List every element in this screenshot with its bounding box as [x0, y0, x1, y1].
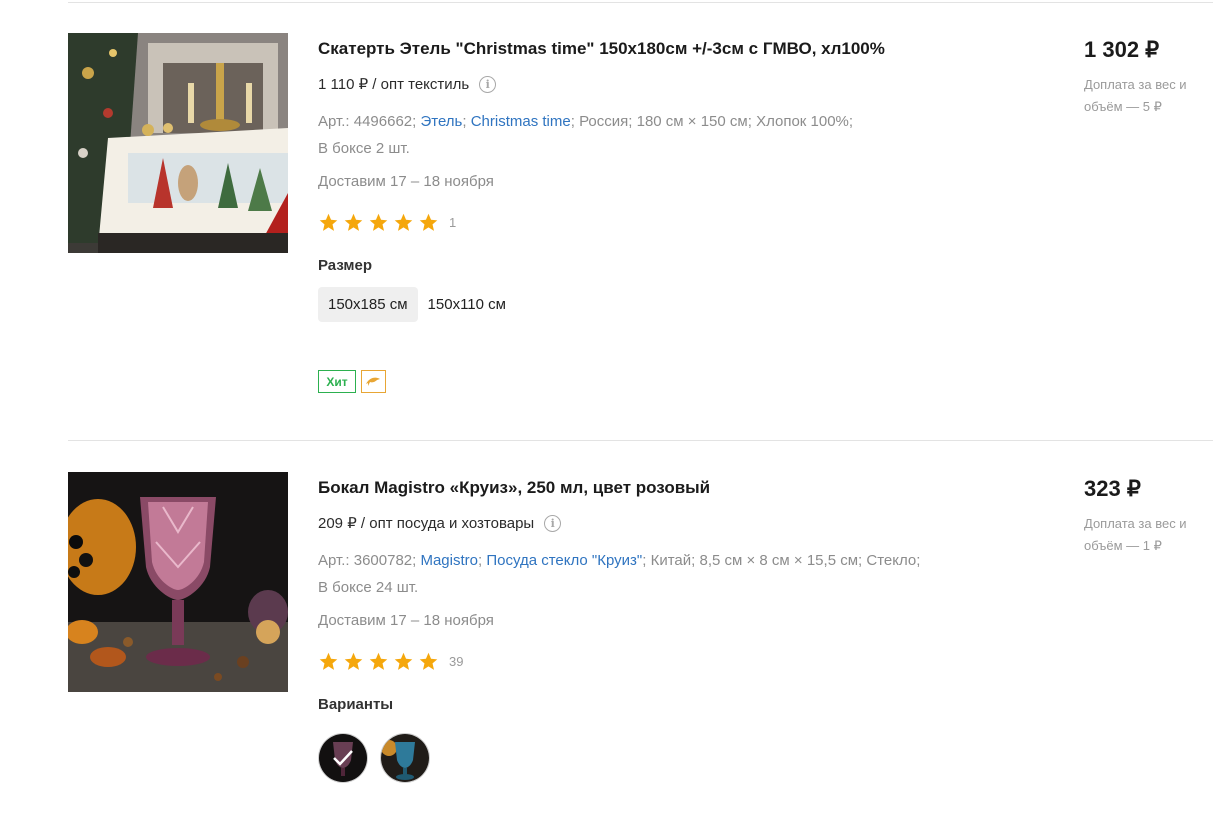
brand-link[interactable]: Этель — [420, 113, 462, 130]
delivery-date: Доставим 17 – 18 ноября — [318, 612, 494, 629]
product-title[interactable]: Скатерть Этель "Christmas time" 150х180с… — [318, 38, 1058, 60]
star-icon — [318, 212, 339, 233]
info-icon[interactable]: i — [479, 75, 497, 93]
brand-link[interactable]: Magistro — [420, 552, 478, 569]
box-quantity: В боксе 2 шт. — [318, 140, 410, 157]
size-option-selected[interactable]: 150х185 см — [318, 287, 418, 322]
product-title[interactable]: Бокал Magistro «Круиз», 250 мл, цвет роз… — [318, 477, 1058, 499]
option-label: Размер — [318, 257, 373, 274]
wholesale-price: 1 110 ₽ / опт текстиль i — [318, 74, 1058, 94]
star-icon — [318, 651, 339, 672]
variant-pink-selected[interactable] — [318, 733, 368, 783]
size-selector: 150х185 см 150х110 см — [318, 287, 1058, 322]
review-count[interactable]: 39 — [449, 654, 463, 669]
product-image[interactable] — [68, 33, 288, 253]
country: Россия; — [579, 113, 633, 130]
star-icon — [393, 212, 414, 233]
review-count[interactable]: 1 — [449, 215, 456, 230]
star-icon — [393, 651, 414, 672]
price: 323 ₽ — [1084, 476, 1141, 501]
rating[interactable]: 1 — [318, 210, 1058, 234]
variant-selector — [318, 733, 1058, 783]
rating[interactable]: 39 — [318, 649, 1058, 673]
delivery-date: Доставим 17 – 18 ноября — [318, 173, 494, 190]
star-icon — [343, 212, 364, 233]
series-link[interactable]: Christmas time — [471, 113, 571, 130]
price: 1 302 ₽ — [1084, 37, 1160, 62]
product-info: Скатерть Этель "Christmas time" 150х180с… — [318, 33, 1058, 393]
product-card: Скатерть Этель "Christmas time" 150х180с… — [0, 33, 1213, 423]
top-divider — [68, 2, 1213, 3]
star-icon — [368, 651, 389, 672]
star-icon — [343, 651, 364, 672]
wholesale-price: 209 ₽ / опт посуда и хозтовары i — [318, 513, 1058, 533]
box-quantity: В боксе 24 шт. — [318, 579, 419, 596]
series-link[interactable]: Посуда стекло "Круиз" — [486, 552, 642, 569]
price-column: 323 ₽ Доплата за вес и объём — 1 ₽ — [1084, 472, 1204, 557]
dimensions: 180 см × 150 см; — [636, 113, 752, 130]
wholesale-price-text: 1 110 ₽ / опт текстиль — [318, 76, 470, 93]
variant-blue[interactable] — [380, 733, 430, 783]
surcharge-note: Доплата за вес и объём — 5 ₽ — [1084, 77, 1187, 114]
product-attributes: Арт.: 4496662; Этель; Christmas time; Ро… — [318, 113, 854, 157]
product-image[interactable] — [68, 472, 288, 692]
wholesale-price-text: 209 ₽ / опт посуда и хозтовары — [318, 515, 535, 532]
size-option[interactable]: 150х110 см — [418, 287, 516, 322]
star-icon — [418, 651, 439, 672]
dolphin-icon — [361, 370, 386, 393]
product-info: Бокал Magistro «Круиз», 250 мл, цвет роз… — [318, 472, 1058, 783]
product-attributes: Арт.: 3600782; Magistro; Посуда стекло "… — [318, 552, 921, 596]
material: Стекло; — [866, 552, 921, 569]
product-divider — [68, 440, 1213, 441]
material: Хлопок 100%; — [756, 113, 854, 130]
info-icon[interactable]: i — [544, 514, 562, 532]
star-icon — [418, 212, 439, 233]
surcharge-note: Доплата за вес и объём — 1 ₽ — [1084, 516, 1187, 553]
dimensions: 8,5 см × 8 см × 15,5 см; — [699, 552, 863, 569]
country: Китай; — [650, 552, 696, 569]
article: Арт.: 3600782; — [318, 552, 417, 569]
option-label: Варианты — [318, 696, 394, 713]
star-icon — [368, 212, 389, 233]
article: Арт.: 4496662; — [318, 113, 417, 130]
badges: Хит — [318, 370, 1058, 393]
price-column: 1 302 ₽ Доплата за вес и объём — 5 ₽ — [1084, 33, 1204, 118]
hit-badge: Хит — [318, 370, 356, 393]
product-card: Бокал Magistro «Круиз», 250 мл, цвет роз… — [0, 472, 1213, 812]
